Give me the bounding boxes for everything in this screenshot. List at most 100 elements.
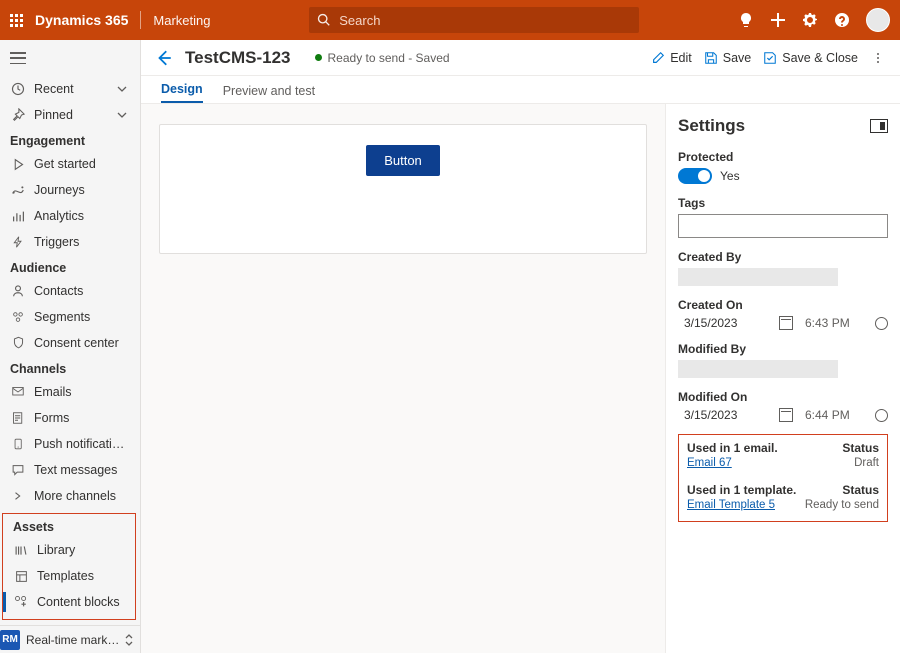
app-area: Marketing	[153, 13, 210, 28]
blocks-icon	[13, 594, 29, 610]
save-icon	[704, 51, 718, 65]
sidebar-item-push[interactable]: Push notifications	[0, 431, 138, 457]
sms-icon	[10, 462, 26, 478]
search-icon	[317, 13, 331, 27]
status-dot-icon	[315, 54, 322, 61]
sidebar-item-get-started[interactable]: Get started	[0, 151, 138, 177]
sidebar-item-pinned[interactable]: Pinned	[0, 102, 138, 128]
edit-button[interactable]: Edit	[651, 51, 692, 65]
updown-icon	[124, 633, 134, 647]
sidebar-item-templates[interactable]: Templates	[3, 563, 135, 589]
tabs: Design Preview and test	[141, 76, 900, 104]
tab-preview[interactable]: Preview and test	[223, 84, 315, 103]
sidebar-item-analytics[interactable]: Analytics	[0, 203, 138, 229]
sidebar-item-journeys[interactable]: Journeys	[0, 177, 138, 203]
save-close-icon	[763, 51, 777, 65]
template-icon	[13, 568, 29, 584]
calendar-icon	[779, 408, 793, 422]
command-bar: TestCMS-123 Ready to send - Saved Edit S…	[141, 40, 900, 76]
help-icon[interactable]	[834, 12, 850, 28]
design-canvas[interactable]: Button	[159, 124, 647, 254]
segments-icon	[10, 309, 26, 325]
modified-by-label: Modified By	[678, 342, 888, 356]
protected-toggle[interactable]: Yes	[678, 168, 888, 184]
sidebar-label: Pinned	[34, 108, 108, 122]
modified-by-value	[678, 360, 838, 378]
settings-pane: Settings Protected Yes Tags Created By C…	[665, 104, 900, 653]
record-status: Ready to send - Saved	[315, 51, 450, 65]
tab-design[interactable]: Design	[161, 82, 203, 103]
created-on-label: Created On	[678, 298, 888, 312]
expand-pane-icon[interactable]	[870, 119, 888, 133]
sidebar-item-forms[interactable]: Forms	[0, 405, 138, 431]
save-close-button[interactable]: Save & Close	[763, 51, 858, 65]
area-badge: RM	[0, 630, 20, 650]
shield-icon	[10, 335, 26, 351]
area-name: Real-time marketi...	[26, 633, 124, 647]
sidebar-item-segments[interactable]: Segments	[0, 304, 138, 330]
created-on-date-field[interactable]: 3/15/2023 6:43 PM	[678, 316, 888, 330]
status-value: Draft	[842, 457, 879, 469]
tags-input[interactable]	[678, 214, 888, 238]
used-email-link[interactable]: Email 67	[687, 457, 836, 469]
sidebar-item-recent[interactable]: Recent	[0, 76, 138, 102]
status-label: Status	[805, 483, 879, 497]
chevron-down-icon	[116, 83, 128, 95]
app-launcher-icon[interactable]	[10, 14, 23, 27]
toggle-on-icon	[678, 168, 712, 184]
edit-icon	[651, 51, 665, 65]
content-block-button[interactable]: Button	[366, 145, 440, 176]
more-commands-button[interactable]	[870, 50, 886, 66]
sidebar-item-contacts[interactable]: Contacts	[0, 278, 138, 304]
back-button[interactable]	[155, 49, 173, 67]
divider	[140, 11, 141, 29]
settings-title: Settings	[678, 116, 888, 136]
sidebar: Recent Pinned Engagement Get started Jou…	[0, 40, 141, 653]
sidebar-section-assets: Assets	[3, 514, 135, 537]
add-icon[interactable]	[770, 12, 786, 28]
sidebar-label: Recent	[34, 82, 108, 96]
sidebar-section-channels: Channels	[0, 356, 138, 379]
used-template-link[interactable]: Email Template 5	[687, 499, 799, 511]
sidebar-item-content-blocks[interactable]: Content blocks	[3, 589, 135, 615]
search-input[interactable]	[337, 12, 631, 29]
global-search[interactable]	[309, 7, 639, 33]
mail-icon	[10, 384, 26, 400]
used-in-box: Used in 1 email. Email 67 Status Draft U…	[678, 434, 888, 522]
design-canvas-wrap: Button	[141, 104, 665, 653]
library-icon	[13, 542, 29, 558]
sidebar-section-audience: Audience	[0, 255, 138, 278]
lightbulb-icon[interactable]	[738, 12, 754, 28]
global-header: Dynamics 365 Marketing	[0, 0, 900, 40]
modified-on-date-field[interactable]: 3/15/2023 6:44 PM	[678, 408, 888, 422]
sidebar-section-engagement: Engagement	[0, 128, 138, 151]
protected-label: Protected	[678, 150, 888, 164]
clock-icon	[875, 409, 888, 422]
sidebar-item-emails[interactable]: Emails	[0, 379, 138, 405]
area-picker[interactable]: RM Real-time marketi...	[0, 625, 140, 653]
status-value: Ready to send	[805, 499, 879, 511]
clock-icon	[875, 317, 888, 330]
sidebar-item-triggers[interactable]: Triggers	[0, 229, 138, 255]
sidebar-item-text[interactable]: Text messages	[0, 457, 138, 483]
chevron-right-icon	[10, 488, 26, 504]
product-name: Dynamics 365	[35, 12, 128, 28]
phone-icon	[10, 436, 26, 452]
sidebar-item-more-channels[interactable]: More channels	[0, 483, 138, 509]
journey-icon	[10, 182, 26, 198]
gear-icon[interactable]	[802, 12, 818, 28]
sidebar-collapse-icon[interactable]	[10, 52, 26, 64]
record-title: TestCMS-123	[185, 48, 291, 68]
created-by-value	[678, 268, 838, 286]
status-label: Status	[842, 441, 879, 455]
pin-icon	[10, 107, 26, 123]
save-button[interactable]: Save	[704, 51, 752, 65]
chevron-down-icon	[116, 109, 128, 121]
form-icon	[10, 410, 26, 426]
sidebar-item-library[interactable]: Library	[3, 537, 135, 563]
chart-icon	[10, 208, 26, 224]
play-icon	[10, 156, 26, 172]
user-avatar[interactable]	[866, 8, 890, 32]
sidebar-item-consent[interactable]: Consent center	[0, 330, 138, 356]
calendar-icon	[779, 316, 793, 330]
